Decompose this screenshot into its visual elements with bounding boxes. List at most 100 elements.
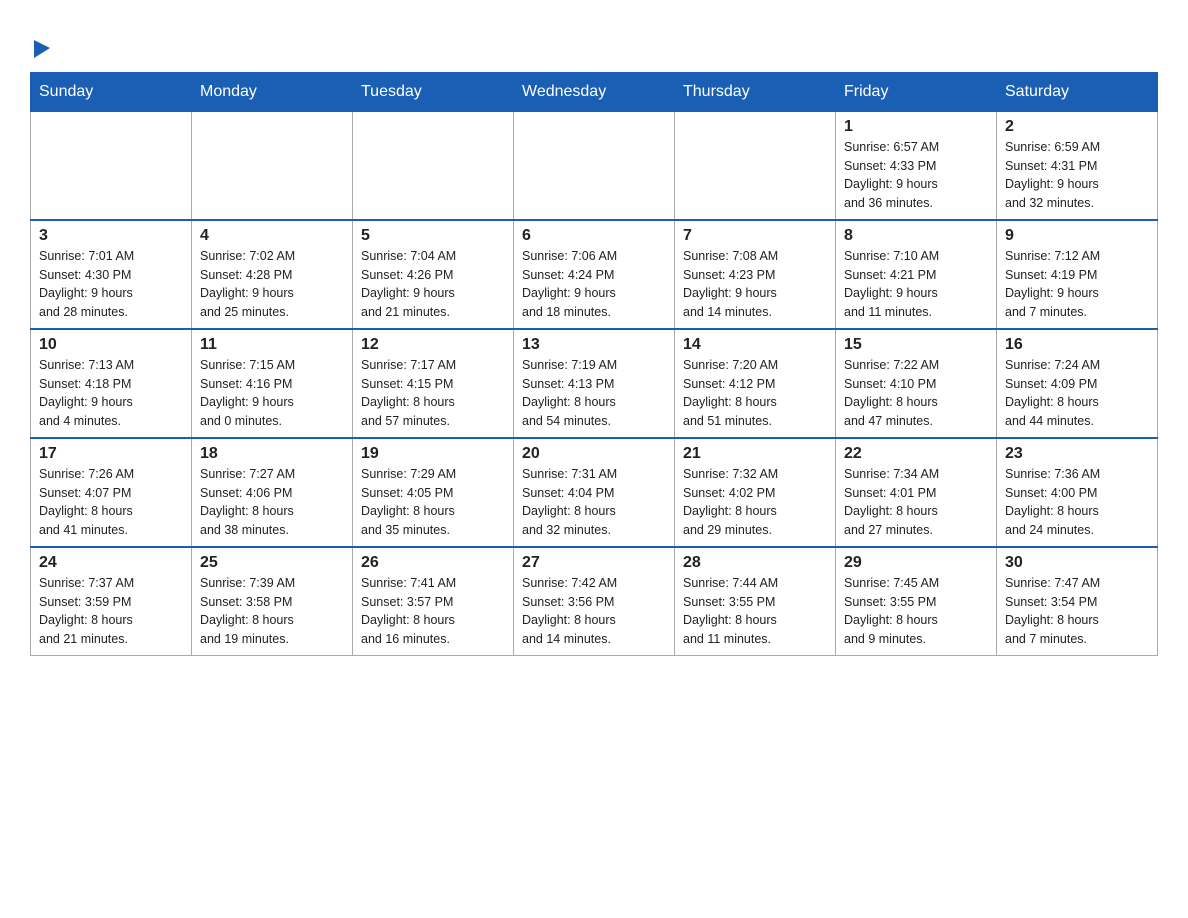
calendar-cell: 6 Sunrise: 7:06 AM Sunset: 4:24 PM Daylig… <box>514 220 675 329</box>
day-number: 7 <box>683 227 827 245</box>
day-info: Sunrise: 6:57 AM Sunset: 4:33 PM Dayligh… <box>844 138 988 213</box>
day-number: 13 <box>522 336 666 354</box>
calendar-cell: 9 Sunrise: 7:12 AM Sunset: 4:19 PM Daylig… <box>997 220 1158 329</box>
day-number: 18 <box>200 445 344 463</box>
logo-triangle-icon <box>32 38 52 60</box>
day-number: 28 <box>683 554 827 572</box>
day-number: 3 <box>39 227 183 245</box>
calendar-cell: 10 Sunrise: 7:13 AM Sunset: 4:18 PM Dayli… <box>31 329 192 438</box>
day-number: 26 <box>361 554 505 572</box>
day-number: 14 <box>683 336 827 354</box>
calendar-cell <box>675 111 836 220</box>
day-info: Sunrise: 7:37 AM Sunset: 3:59 PM Dayligh… <box>39 574 183 649</box>
day-info: Sunrise: 6:59 AM Sunset: 4:31 PM Dayligh… <box>1005 138 1149 213</box>
day-number: 10 <box>39 336 183 354</box>
day-number: 27 <box>522 554 666 572</box>
day-number: 6 <box>522 227 666 245</box>
calendar-cell: 13Sunrise: 7:19 AM Sunset: 4:13 PM Dayli… <box>514 329 675 438</box>
calendar-header-thursday: Thursday <box>675 72 836 111</box>
calendar-cell: 7 Sunrise: 7:08 AM Sunset: 4:23 PM Daylig… <box>675 220 836 329</box>
calendar-cell <box>353 111 514 220</box>
calendar-cell: 4 Sunrise: 7:02 AM Sunset: 4:28 PM Daylig… <box>192 220 353 329</box>
calendar-cell: 15 Sunrise: 7:22 AM Sunset: 4:10 PM Dayli… <box>836 329 997 438</box>
calendar-header-wednesday: Wednesday <box>514 72 675 111</box>
calendar-cell: 12Sunrise: 7:17 AM Sunset: 4:15 PM Dayli… <box>353 329 514 438</box>
day-info: Sunrise: 7:12 AM Sunset: 4:19 PM Dayligh… <box>1005 247 1149 322</box>
day-number: 9 <box>1005 227 1149 245</box>
day-info: Sunrise: 7:06 AM Sunset: 4:24 PM Dayligh… <box>522 247 666 322</box>
day-number: 8 <box>844 227 988 245</box>
calendar-cell: 29 Sunrise: 7:45 AM Sunset: 3:55 PM Dayli… <box>836 547 997 656</box>
day-info: Sunrise: 7:20 AM Sunset: 4:12 PM Dayligh… <box>683 356 827 431</box>
day-number: 25 <box>200 554 344 572</box>
calendar-cell: 5 Sunrise: 7:04 AM Sunset: 4:26 PM Daylig… <box>353 220 514 329</box>
page-header <box>30 20 1158 62</box>
calendar-cell: 16 Sunrise: 7:24 AM Sunset: 4:09 PM Dayli… <box>997 329 1158 438</box>
calendar-cell: 14 Sunrise: 7:20 AM Sunset: 4:12 PM Dayli… <box>675 329 836 438</box>
calendar-cell: 30 Sunrise: 7:47 AM Sunset: 3:54 PM Dayli… <box>997 547 1158 656</box>
calendar-header-row: SundayMondayTuesdayWednesdayThursdayFrid… <box>31 72 1158 111</box>
calendar-cell: 19 Sunrise: 7:29 AM Sunset: 4:05 PM Dayli… <box>353 438 514 547</box>
calendar-cell: 1 Sunrise: 6:57 AM Sunset: 4:33 PM Daylig… <box>836 111 997 220</box>
day-info: Sunrise: 7:39 AM Sunset: 3:58 PM Dayligh… <box>200 574 344 649</box>
day-info: Sunrise: 7:32 AM Sunset: 4:02 PM Dayligh… <box>683 465 827 540</box>
day-info: Sunrise: 7:01 AM Sunset: 4:30 PM Dayligh… <box>39 247 183 322</box>
day-info: Sunrise: 7:24 AM Sunset: 4:09 PM Dayligh… <box>1005 356 1149 431</box>
calendar-header-saturday: Saturday <box>997 72 1158 111</box>
calendar-header-sunday: Sunday <box>31 72 192 111</box>
calendar-header-tuesday: Tuesday <box>353 72 514 111</box>
calendar-cell: 22Sunrise: 7:34 AM Sunset: 4:01 PM Dayli… <box>836 438 997 547</box>
day-info: Sunrise: 7:31 AM Sunset: 4:04 PM Dayligh… <box>522 465 666 540</box>
day-info: Sunrise: 7:45 AM Sunset: 3:55 PM Dayligh… <box>844 574 988 649</box>
day-info: Sunrise: 7:41 AM Sunset: 3:57 PM Dayligh… <box>361 574 505 649</box>
day-number: 19 <box>361 445 505 463</box>
day-info: Sunrise: 7:42 AM Sunset: 3:56 PM Dayligh… <box>522 574 666 649</box>
day-number: 11 <box>200 336 344 354</box>
day-number: 16 <box>1005 336 1149 354</box>
day-number: 2 <box>1005 118 1149 136</box>
day-info: Sunrise: 7:02 AM Sunset: 4:28 PM Dayligh… <box>200 247 344 322</box>
day-number: 5 <box>361 227 505 245</box>
day-number: 30 <box>1005 554 1149 572</box>
calendar-week-2: 3 Sunrise: 7:01 AM Sunset: 4:30 PM Daylig… <box>31 220 1158 329</box>
day-number: 1 <box>844 118 988 136</box>
calendar-week-1: 1 Sunrise: 6:57 AM Sunset: 4:33 PM Daylig… <box>31 111 1158 220</box>
day-number: 21 <box>683 445 827 463</box>
day-number: 20 <box>522 445 666 463</box>
day-info: Sunrise: 7:44 AM Sunset: 3:55 PM Dayligh… <box>683 574 827 649</box>
day-info: Sunrise: 7:47 AM Sunset: 3:54 PM Dayligh… <box>1005 574 1149 649</box>
calendar-cell: 28 Sunrise: 7:44 AM Sunset: 3:55 PM Dayli… <box>675 547 836 656</box>
day-info: Sunrise: 7:34 AM Sunset: 4:01 PM Dayligh… <box>844 465 988 540</box>
logo <box>30 20 52 62</box>
day-info: Sunrise: 7:22 AM Sunset: 4:10 PM Dayligh… <box>844 356 988 431</box>
calendar-cell: 8 Sunrise: 7:10 AM Sunset: 4:21 PM Daylig… <box>836 220 997 329</box>
day-info: Sunrise: 7:10 AM Sunset: 4:21 PM Dayligh… <box>844 247 988 322</box>
day-number: 17 <box>39 445 183 463</box>
calendar-header-friday: Friday <box>836 72 997 111</box>
calendar-cell: 18Sunrise: 7:27 AM Sunset: 4:06 PM Dayli… <box>192 438 353 547</box>
day-info: Sunrise: 7:04 AM Sunset: 4:26 PM Dayligh… <box>361 247 505 322</box>
calendar-cell: 24 Sunrise: 7:37 AM Sunset: 3:59 PM Dayli… <box>31 547 192 656</box>
day-number: 4 <box>200 227 344 245</box>
calendar-cell: 27 Sunrise: 7:42 AM Sunset: 3:56 PM Dayli… <box>514 547 675 656</box>
day-number: 23 <box>1005 445 1149 463</box>
calendar-cell <box>514 111 675 220</box>
calendar-cell: 26 Sunrise: 7:41 AM Sunset: 3:57 PM Dayli… <box>353 547 514 656</box>
calendar-cell: 21 Sunrise: 7:32 AM Sunset: 4:02 PM Dayli… <box>675 438 836 547</box>
day-info: Sunrise: 7:13 AM Sunset: 4:18 PM Dayligh… <box>39 356 183 431</box>
calendar-cell <box>192 111 353 220</box>
calendar-cell: 23 Sunrise: 7:36 AM Sunset: 4:00 PM Dayli… <box>997 438 1158 547</box>
calendar-cell: 20 Sunrise: 7:31 AM Sunset: 4:04 PM Dayli… <box>514 438 675 547</box>
calendar-week-3: 10 Sunrise: 7:13 AM Sunset: 4:18 PM Dayli… <box>31 329 1158 438</box>
day-info: Sunrise: 7:29 AM Sunset: 4:05 PM Dayligh… <box>361 465 505 540</box>
day-number: 15 <box>844 336 988 354</box>
day-number: 24 <box>39 554 183 572</box>
calendar-cell: 3 Sunrise: 7:01 AM Sunset: 4:30 PM Daylig… <box>31 220 192 329</box>
day-number: 29 <box>844 554 988 572</box>
calendar-cell: 2 Sunrise: 6:59 AM Sunset: 4:31 PM Daylig… <box>997 111 1158 220</box>
day-info: Sunrise: 7:08 AM Sunset: 4:23 PM Dayligh… <box>683 247 827 322</box>
day-info: Sunrise: 7:36 AM Sunset: 4:00 PM Dayligh… <box>1005 465 1149 540</box>
day-info: Sunrise: 7:15 AM Sunset: 4:16 PM Dayligh… <box>200 356 344 431</box>
calendar-week-5: 24 Sunrise: 7:37 AM Sunset: 3:59 PM Dayli… <box>31 547 1158 656</box>
calendar-week-4: 17Sunrise: 7:26 AM Sunset: 4:07 PM Dayli… <box>31 438 1158 547</box>
